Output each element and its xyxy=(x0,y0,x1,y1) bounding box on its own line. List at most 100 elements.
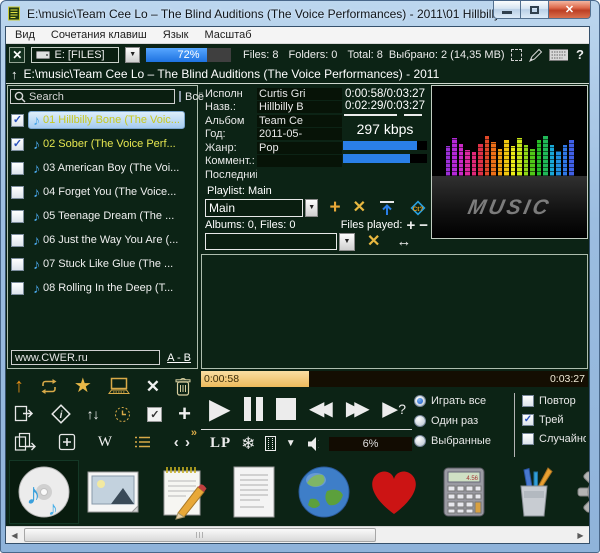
cwer-box[interactable] xyxy=(11,350,160,365)
sort-updown-icon[interactable]: ↑↓ xyxy=(87,406,99,422)
play-mode-option[interactable]: Один раз xyxy=(414,415,507,427)
close-button[interactable]: ✕ xyxy=(549,1,591,19)
w-tool-icon[interactable]: W xyxy=(98,434,112,451)
move-up-icon[interactable]: ↑ xyxy=(14,376,24,396)
checkbox-icon[interactable] xyxy=(522,433,534,445)
scroll-left-arrow[interactable]: ◀ xyxy=(6,527,23,543)
drive-selector[interactable]: E: [FILES] xyxy=(31,47,119,63)
favorite-star-icon[interactable]: ★ xyxy=(74,376,92,396)
playlist-item[interactable]: ♪04 Forget You (The Voice... xyxy=(8,180,197,204)
item-body[interactable]: ♪06 Just the Way You Are (... xyxy=(28,231,183,249)
playlist-item[interactable]: ✓ ♪01 Hillbilly Bone (The Voic... xyxy=(8,108,197,132)
dropdown-triangle-icon[interactable]: ▼ xyxy=(286,438,296,449)
play-mode-option[interactable]: Выбранные xyxy=(414,435,507,447)
item-checkbox[interactable] xyxy=(11,282,24,295)
menu-item[interactable]: Язык xyxy=(163,29,189,41)
menu-item[interactable]: Сочетания клавиш xyxy=(51,29,147,41)
playlist-item[interactable]: ♪06 Just the Way You Are (... xyxy=(8,228,197,252)
ctrl-hint-icon[interactable]: Ct? xyxy=(408,198,428,218)
menu-item[interactable]: Вид xyxy=(15,29,35,41)
expand-angles-icon[interactable]: ‹ ›» xyxy=(174,434,191,451)
item-body[interactable]: ♪03 American Boy (The Voi... xyxy=(28,159,184,177)
search-box[interactable] xyxy=(10,89,175,104)
lp-toggle[interactable]: LP xyxy=(210,435,231,452)
item-checkbox[interactable] xyxy=(11,186,24,199)
play-button[interactable]: ▶ xyxy=(209,395,231,423)
dock-favorites-heart[interactable] xyxy=(359,460,429,524)
radio-icon[interactable] xyxy=(414,395,426,407)
albums-combo[interactable] xyxy=(205,233,337,250)
item-checkbox[interactable] xyxy=(11,162,24,175)
playlist-item[interactable]: ♪08 Rolling In the Deep (T... xyxy=(8,276,197,300)
fast-forward-button[interactable]: ▶▶ xyxy=(346,399,370,419)
pencil-icon[interactable] xyxy=(528,48,542,62)
play-mode-option[interactable]: Играть все xyxy=(414,395,507,407)
dock-stationery-cup[interactable] xyxy=(499,460,569,524)
schedule-clock-icon[interactable] xyxy=(114,406,131,423)
select-checked-icon[interactable]: ✓ xyxy=(147,407,162,422)
item-checkbox[interactable] xyxy=(11,234,24,247)
item-checkbox[interactable] xyxy=(11,210,24,223)
maximize-button[interactable] xyxy=(521,1,549,19)
add-playlist-icon[interactable]: + xyxy=(329,198,340,217)
dock-web-globe[interactable] xyxy=(289,460,359,524)
checkbox-icon[interactable] xyxy=(522,395,534,407)
item-checkbox[interactable]: ✓ xyxy=(11,138,24,151)
dock-settings-gear[interactable] xyxy=(569,460,589,524)
stop-button[interactable] xyxy=(276,398,297,420)
new-folder-icon[interactable] xyxy=(58,433,76,451)
albums-combo-dropdown[interactable]: ▼ xyxy=(339,233,355,251)
play-flag-option[interactable]: ✓Трей xyxy=(522,414,586,426)
swap-icon[interactable]: ↔ xyxy=(396,233,411,250)
drive-dropdown-button[interactable]: ▼ xyxy=(125,47,140,63)
dock-calculator[interactable]: 4.56 xyxy=(429,460,499,524)
volume-bar[interactable]: 6% xyxy=(329,437,412,451)
ab-repeat-link[interactable]: A - B xyxy=(164,352,194,364)
rewind-button[interactable]: ◀◀ xyxy=(309,399,333,419)
pause-button[interactable] xyxy=(244,397,263,421)
scroll-right-arrow[interactable]: ▶ xyxy=(572,527,589,543)
files-played-plus-icon[interactable]: + xyxy=(406,218,415,233)
search-all-checkbox[interactable] xyxy=(179,91,181,102)
copy-files-icon[interactable] xyxy=(14,432,37,452)
playlist-item[interactable]: ♪07 Stuck Like Glue (The ... xyxy=(8,252,197,276)
item-checkbox[interactable]: ✓ xyxy=(11,114,24,127)
playlist-item[interactable]: ♪03 American Boy (The Voi... xyxy=(8,156,197,180)
add-plus-icon[interactable]: + xyxy=(178,403,191,425)
playlist-combo-dropdown[interactable]: ▼ xyxy=(305,199,319,217)
speaker-icon[interactable] xyxy=(306,436,319,452)
item-checkbox[interactable] xyxy=(11,258,24,271)
repeat-icon[interactable] xyxy=(39,378,59,395)
list-options-icon[interactable] xyxy=(133,435,152,449)
menu-item[interactable]: Масштаб xyxy=(204,29,251,41)
clear-albums-icon[interactable]: ✕ xyxy=(367,234,380,250)
dock-music-player[interactable]: ♪♪ xyxy=(9,460,79,524)
help-button[interactable]: ? xyxy=(574,47,586,62)
item-body[interactable]: ♪01 Hillbilly Bone (The Voic... xyxy=(28,111,185,129)
radio-icon[interactable] xyxy=(414,435,426,447)
remove-playlist-icon[interactable]: ✕ xyxy=(353,200,366,216)
search-input[interactable] xyxy=(29,91,171,103)
cwer-input[interactable] xyxy=(12,351,159,364)
play-flag-option[interactable]: Случайно xyxy=(522,433,586,445)
keyboard-icon[interactable] xyxy=(549,49,568,61)
up-directory-icon[interactable]: ↑ xyxy=(11,67,18,82)
info-diamond-icon[interactable]: i xyxy=(51,404,71,424)
checkbox-icon[interactable]: ✓ xyxy=(522,414,534,426)
item-body[interactable]: ♪05 Teenage Dream (The ... xyxy=(28,207,179,225)
playlist-combo[interactable]: Main xyxy=(205,199,303,217)
snowflake-icon[interactable]: ❄ xyxy=(241,435,255,452)
playlist-item[interactable]: ✓♪02 Sober (The Voice Perf... xyxy=(8,132,197,156)
scrollbar-thumb[interactable] xyxy=(24,528,376,542)
files-played-minus-icon[interactable]: − xyxy=(419,218,428,233)
export-file-icon[interactable] xyxy=(14,405,35,423)
move-top-icon[interactable] xyxy=(378,200,396,216)
film-frame-icon[interactable] xyxy=(265,436,275,451)
dock-image-viewer[interactable] xyxy=(79,460,149,524)
dock-notes-editor[interactable] xyxy=(149,460,219,524)
selection-box-icon[interactable] xyxy=(511,49,523,61)
item-body[interactable]: ♪04 Forget You (The Voice... xyxy=(28,183,181,201)
item-body[interactable]: ♪07 Stuck Like Glue (The ... xyxy=(28,255,178,273)
computer-icon[interactable] xyxy=(107,377,131,396)
radio-icon[interactable] xyxy=(414,415,426,427)
